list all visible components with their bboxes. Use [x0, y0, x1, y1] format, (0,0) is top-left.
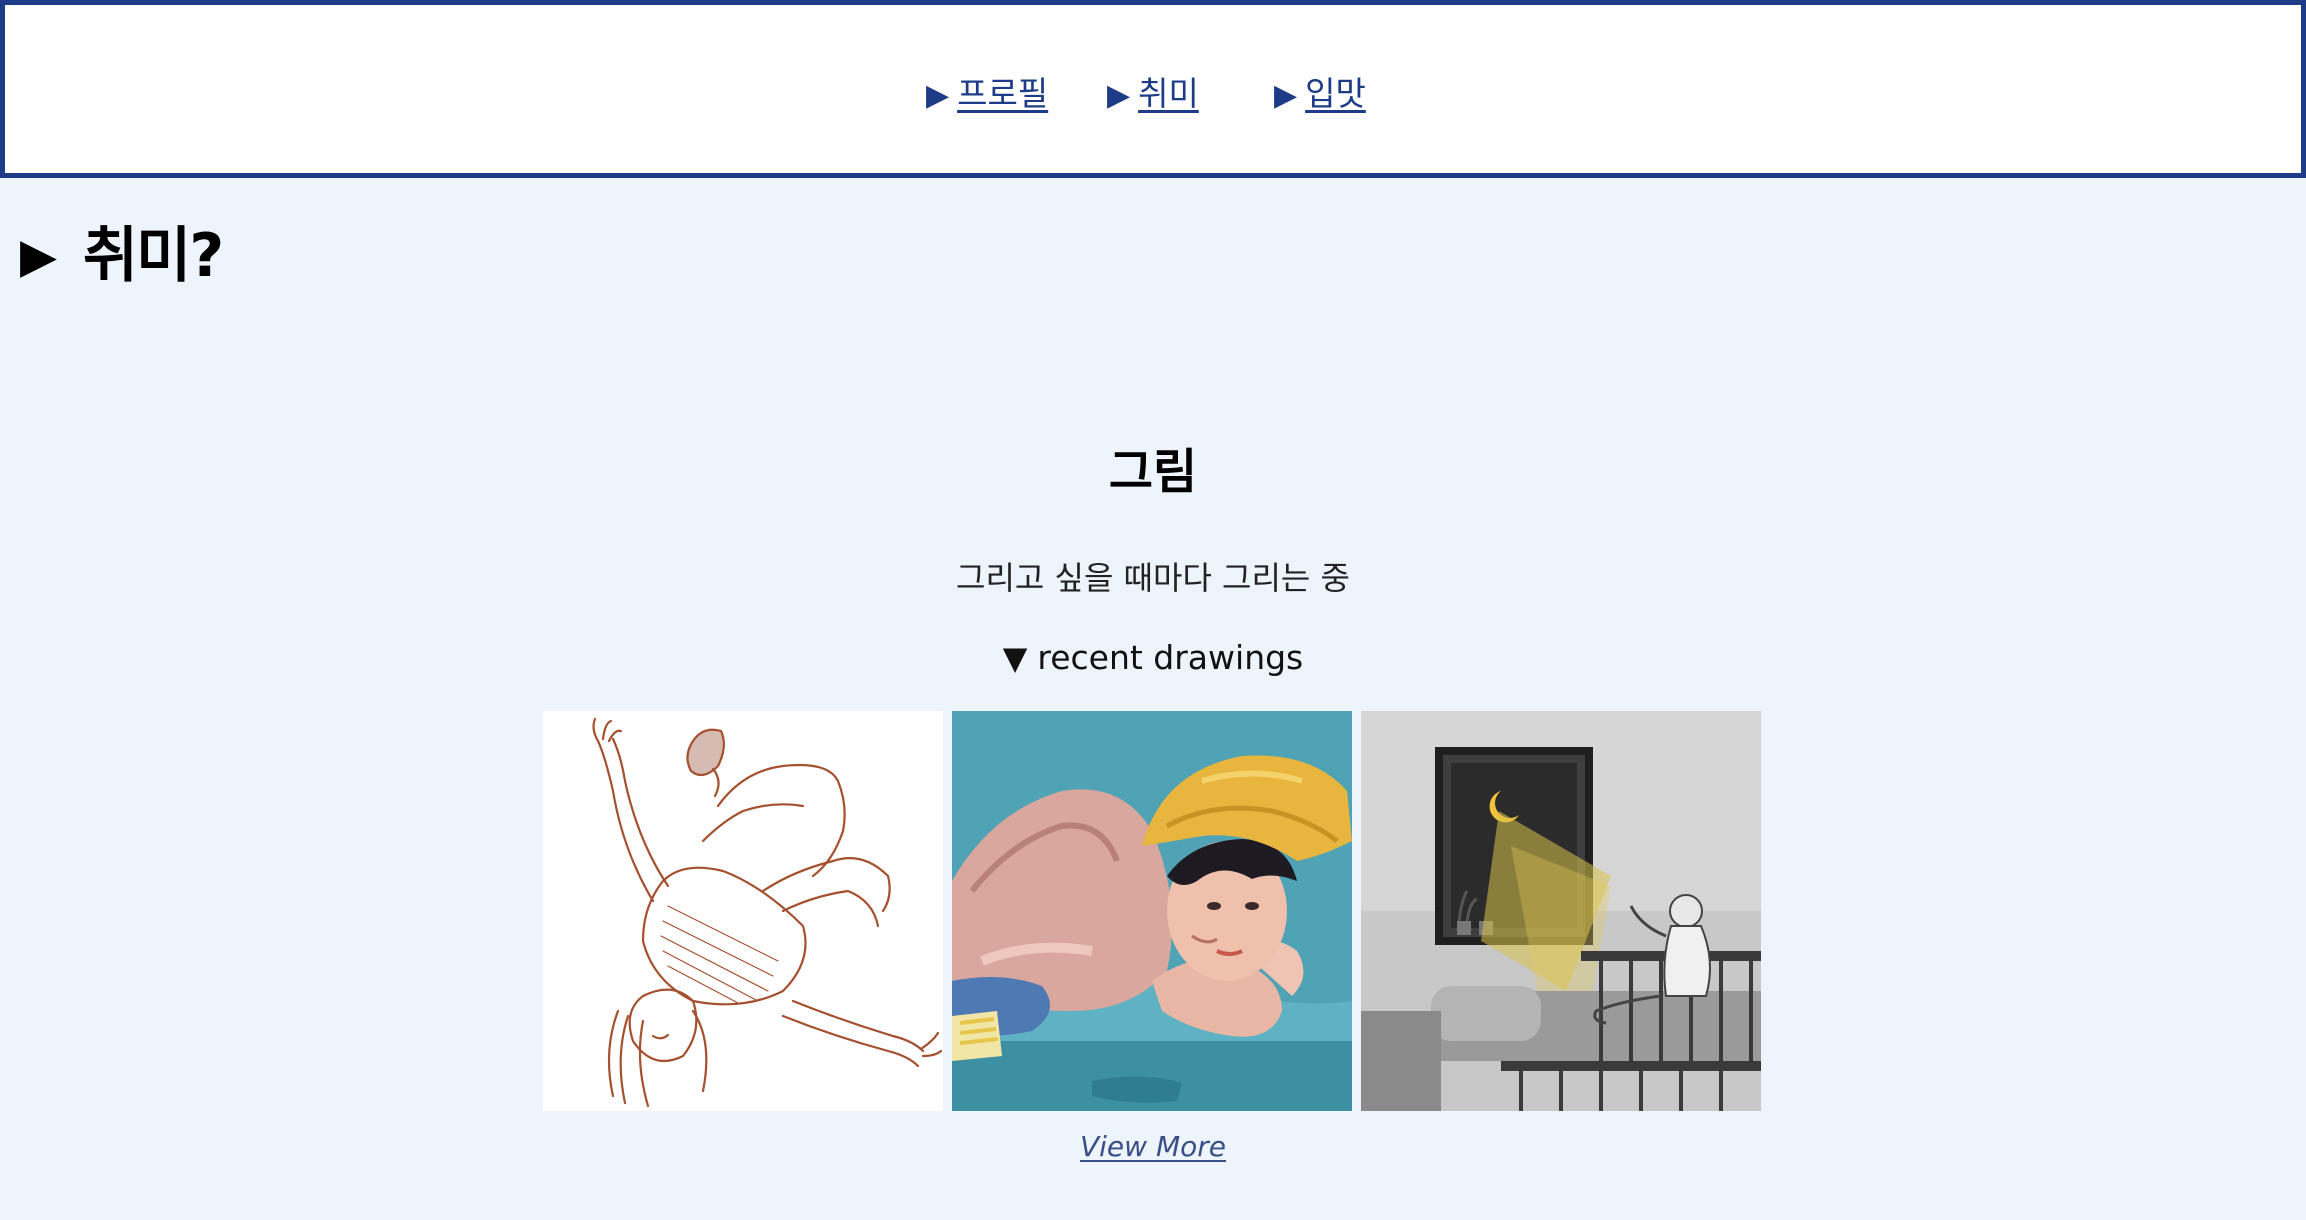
hobby-title: 그림 — [1108, 444, 1198, 500]
view-more: View More — [0, 1128, 2306, 1166]
top-navigation: ▶ 프로필 ▶ 취미 ▶ 입맛 — [0, 0, 2306, 178]
nav-link-label: 프로필 — [957, 74, 1049, 113]
nav-link-label: 취미 — [1138, 74, 1199, 113]
drawings-gallery — [543, 711, 1761, 1111]
hobby-description: 그리고 싶을 때마다 그리는 중 — [956, 559, 1350, 597]
play-arrow-icon: ▶ — [926, 78, 950, 113]
nav-link-hobby[interactable]: ▶ 취미 — [1107, 71, 1199, 119]
section-title-text: 취미? — [82, 221, 224, 291]
recent-drawings-text: recent drawings — [1037, 638, 1304, 677]
nav-link-profile[interactable]: ▶ 프로필 — [926, 71, 1048, 119]
painting-boy-yellow-hat-image — [952, 711, 1352, 1111]
play-arrow-icon: ▶ — [1107, 78, 1131, 113]
nav-link-taste[interactable]: ▶ 입맛 — [1274, 71, 1366, 119]
nav-link-label: 입맛 — [1305, 74, 1366, 113]
section-title: ▶ 취미? — [20, 216, 224, 296]
drawing-thumbnail-moonlit-room[interactable] — [1361, 711, 1761, 1111]
play-arrow-icon: ▶ — [20, 228, 57, 284]
down-triangle-icon: ▼ — [1002, 639, 1028, 677]
page: ▶ 프로필 ▶ 취미 ▶ 입맛 ▶ 취미? 그림 그리고 싶을 때마다 그리는 중 ▼ r… — [0, 0, 2306, 1220]
drawing-moonlit-room-image — [1361, 711, 1761, 1111]
view-more-link[interactable]: View More — [1080, 1130, 1226, 1163]
sketch-falling-figure-image — [543, 711, 943, 1111]
drawing-thumbnail-sketch[interactable] — [543, 711, 943, 1111]
recent-drawings-label: ▼ recent drawings — [0, 636, 2306, 680]
drawing-thumbnail-painting[interactable] — [952, 711, 1352, 1111]
play-arrow-icon: ▶ — [1274, 78, 1298, 113]
